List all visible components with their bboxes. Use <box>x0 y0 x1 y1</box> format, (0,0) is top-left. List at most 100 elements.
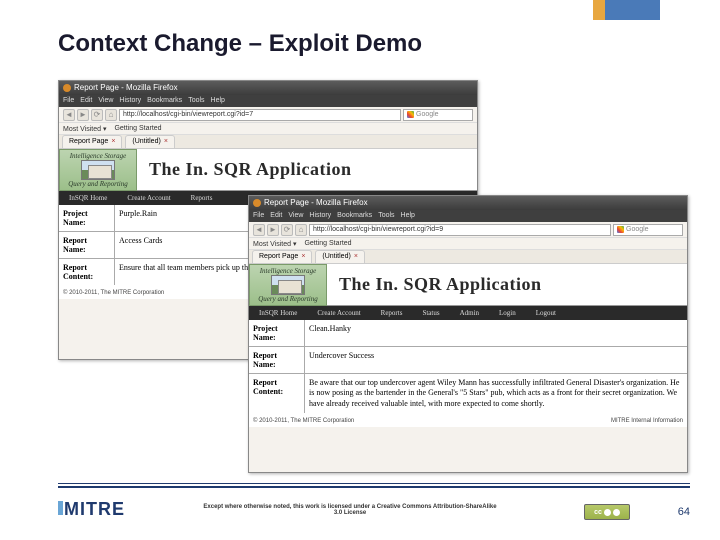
menu-item[interactable]: File <box>253 210 264 222</box>
menu-item[interactable]: Help <box>401 210 415 222</box>
copyright-left: © 2010-2011, The MITRE Corporation <box>253 418 354 424</box>
forward-button[interactable]: ► <box>267 224 279 236</box>
footer-divider-thick <box>58 486 690 488</box>
report-form: Project Name: Clean.Hanky Report Name: U… <box>249 320 687 413</box>
back-button[interactable]: ◄ <box>63 109 75 121</box>
tab-label: Report Page <box>69 136 108 148</box>
bookmark-item[interactable]: Most Visited ▾ <box>253 240 296 248</box>
reload-button[interactable]: ⟳ <box>281 224 293 236</box>
nav-link[interactable]: Status <box>412 309 449 317</box>
tab[interactable]: (Untitled) × <box>315 250 365 263</box>
window-title: Report Page - Mozilla Firefox <box>74 81 178 95</box>
nav-link[interactable]: Login <box>489 309 526 317</box>
nav-link[interactable]: Logout <box>526 309 566 317</box>
home-button[interactable]: ⌂ <box>105 109 117 121</box>
menu-item[interactable]: Edit <box>80 95 92 107</box>
forward-button[interactable]: ► <box>77 109 89 121</box>
nav-link[interactable]: Reports <box>371 309 413 317</box>
field-label: Report Name: <box>249 347 305 373</box>
intel-bottom-text: Query and Reporting <box>258 295 318 303</box>
firefox-icon <box>253 199 261 207</box>
copyright: © 2010-2011, The MITRE Corporation MITRE… <box>249 413 687 427</box>
footer-divider <box>58 483 690 484</box>
field-label: Project Name: <box>59 205 115 231</box>
bookmark-item[interactable]: Getting Started <box>304 240 351 247</box>
menu-item[interactable]: Edit <box>270 210 282 222</box>
google-icon <box>617 226 624 233</box>
url-field[interactable]: http://localhost/cgi-bin/viewreport.cgi?… <box>119 109 401 121</box>
license-text: Except where otherwise noted, this work … <box>200 504 500 516</box>
tab[interactable]: Report Page× <box>252 250 312 263</box>
intel-bottom-text: Query and Reporting <box>68 180 128 188</box>
back-button[interactable]: ◄ <box>253 224 265 236</box>
building-icon <box>271 275 305 295</box>
menu-item[interactable]: Help <box>211 95 225 107</box>
close-icon[interactable]: × <box>111 136 115 148</box>
titlebar[interactable]: Report Page - Mozilla Firefox <box>249 196 687 210</box>
intel-top-text: Intelligence Storage <box>70 152 127 160</box>
field-value: Undercover Success <box>305 347 687 373</box>
nav-link[interactable]: Reports <box>181 194 223 202</box>
page-number: 64 <box>678 506 690 518</box>
menu-item[interactable]: Tools <box>188 95 204 107</box>
tab-label: (Untitled) <box>132 136 160 148</box>
browser-window-b: Report Page - Mozilla Firefox File Edit … <box>248 195 688 473</box>
slide-accent-yellow <box>593 0 605 20</box>
tab-label: Report Page <box>259 251 298 263</box>
nav-link[interactable]: Create Account <box>117 194 180 202</box>
sa-icon <box>613 509 620 516</box>
intel-logo: Intelligence Storage Query and Reporting <box>249 264 327 306</box>
close-icon[interactable]: × <box>301 251 305 263</box>
bookmark-item[interactable]: Most Visited ▾ <box>63 125 106 133</box>
app-title: The In. SQR Application <box>327 274 542 295</box>
home-button[interactable]: ⌂ <box>295 224 307 236</box>
menu-item[interactable]: File <box>63 95 74 107</box>
demo-stage: Report Page - Mozilla Firefox File Edit … <box>58 80 690 475</box>
tab-label: (Untitled) <box>322 251 350 263</box>
menu-item[interactable]: View <box>288 210 303 222</box>
app-title: The In. SQR Application <box>137 159 352 180</box>
bookmarks-bar: Most Visited ▾ Getting Started <box>249 238 687 250</box>
reload-button[interactable]: ⟳ <box>91 109 103 121</box>
app-banner: Intelligence Storage Query and Reporting… <box>249 264 687 306</box>
window-title: Report Page - Mozilla Firefox <box>264 196 368 210</box>
field-value: Clean.Hanky <box>305 320 687 346</box>
titlebar[interactable]: Report Page - Mozilla Firefox <box>59 81 477 95</box>
cc-badge: cc <box>584 504 630 520</box>
menu-item[interactable]: Bookmarks <box>147 95 182 107</box>
tab[interactable]: (Untitled) × <box>125 135 175 148</box>
field-label: Project Name: <box>249 320 305 346</box>
menubar: File Edit View History Bookmarks Tools H… <box>249 210 687 222</box>
logo-text: MITRE <box>64 499 125 519</box>
by-icon <box>604 509 611 516</box>
nav-link[interactable]: InSQR Home <box>249 309 307 317</box>
tab[interactable]: Report Page× <box>62 135 122 148</box>
menubar: File Edit View History Bookmarks Tools H… <box>59 95 477 107</box>
building-icon <box>81 160 115 180</box>
nav-link[interactable]: InSQR Home <box>59 194 117 202</box>
search-field[interactable]: Google <box>613 224 683 236</box>
logo-accent-icon <box>58 501 63 515</box>
field-label: Report Content: <box>59 259 115 285</box>
url-field[interactable]: http://localhost/cgi-bin/viewreport.cgi?… <box>309 224 611 236</box>
bookmark-item[interactable]: Getting Started <box>114 125 161 132</box>
app-banner: Intelligence Storage Query and Reporting… <box>59 149 477 191</box>
close-icon[interactable]: × <box>354 251 358 263</box>
field-label: Report Name: <box>59 232 115 258</box>
cc-label: cc <box>594 509 602 516</box>
tab-row: Report Page× (Untitled)× <box>249 250 687 264</box>
search-placeholder: Google <box>626 225 649 235</box>
nav-link[interactable]: Admin <box>450 309 489 317</box>
tab-row: Report Page× (Untitled)× <box>59 135 477 149</box>
firefox-icon <box>63 84 71 92</box>
search-field[interactable]: Google <box>403 109 473 121</box>
menu-item[interactable]: History <box>309 210 331 222</box>
intel-top-text: Intelligence Storage <box>260 267 317 275</box>
menu-item[interactable]: History <box>119 95 141 107</box>
menu-item[interactable]: Bookmarks <box>337 210 372 222</box>
page-content: Intelligence Storage Query and Reporting… <box>249 264 687 427</box>
nav-link[interactable]: Create Account <box>307 309 370 317</box>
close-icon[interactable]: × <box>164 136 168 148</box>
menu-item[interactable]: Tools <box>378 210 394 222</box>
menu-item[interactable]: View <box>98 95 113 107</box>
